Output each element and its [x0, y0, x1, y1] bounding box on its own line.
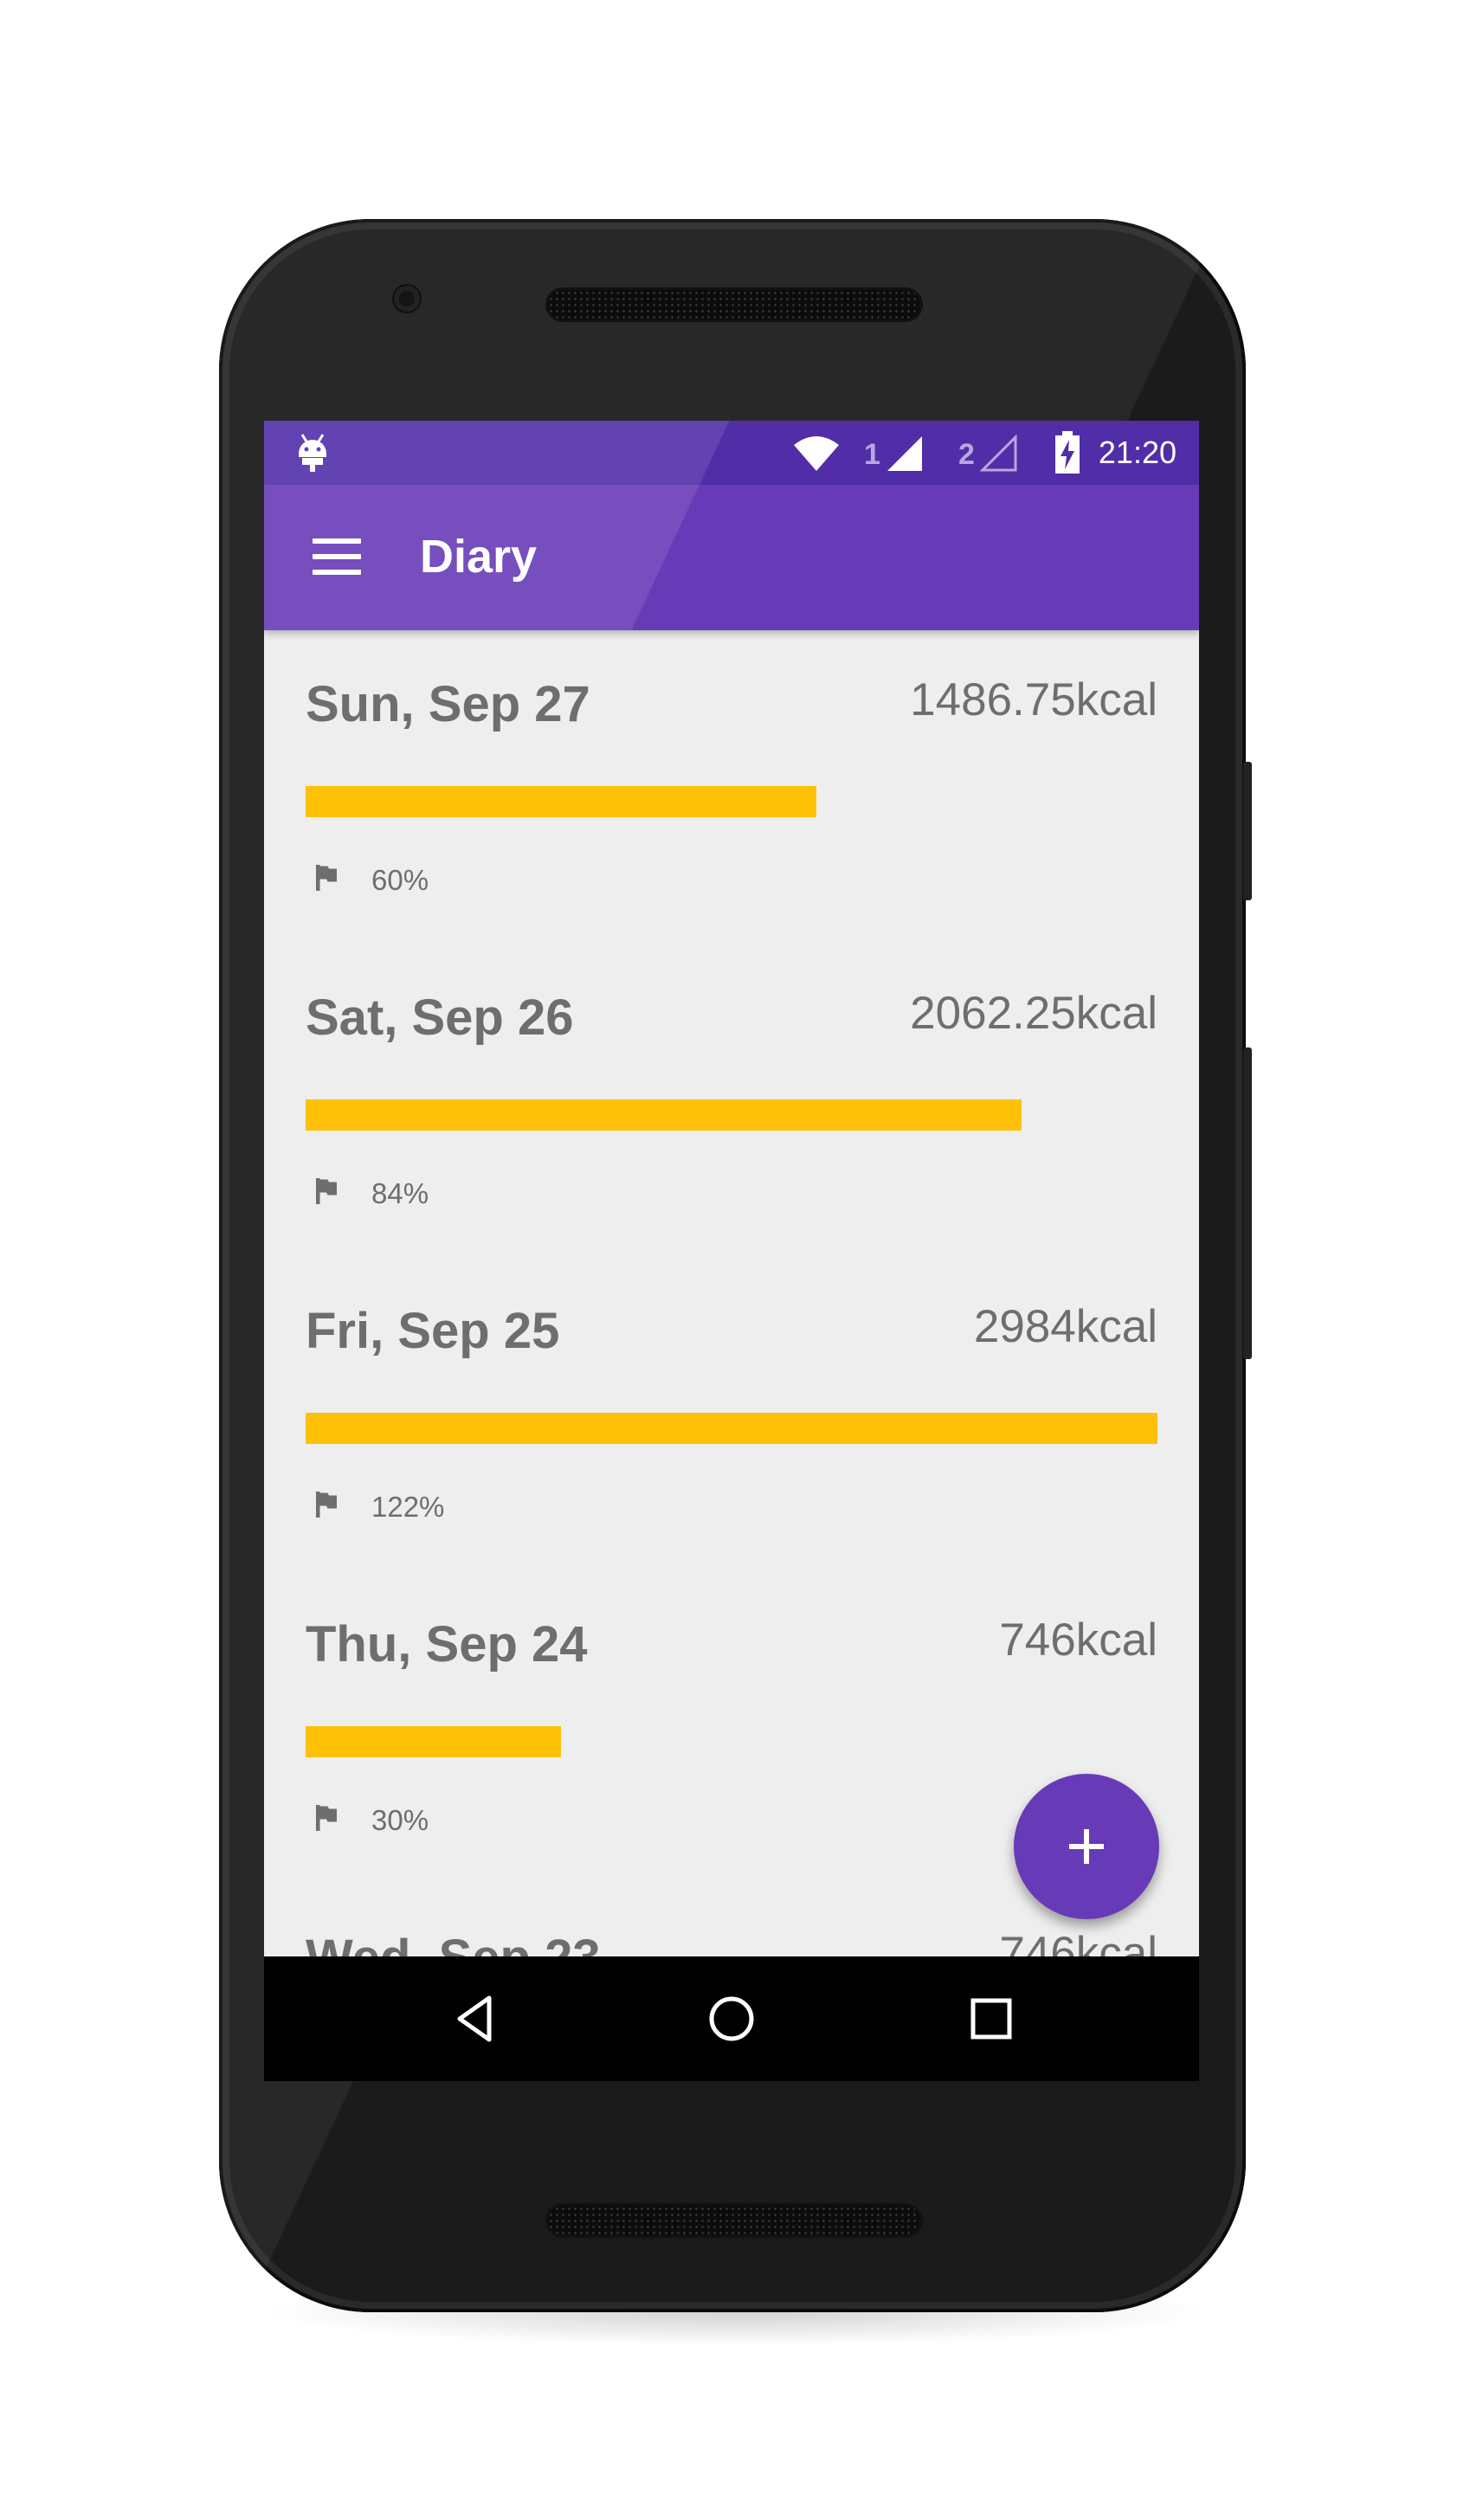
calorie-progress-bar	[306, 1099, 1157, 1131]
top-speaker	[548, 290, 920, 319]
signal-sim1-icon	[887, 436, 922, 471]
entry-date: Sat, Sep 26	[306, 989, 574, 1046]
diary-entry[interactable]: Fri, Sep 25 2984kcal 122%	[264, 1257, 1199, 1570]
front-camera	[394, 286, 420, 312]
plus-icon	[1069, 1829, 1104, 1864]
calorie-progress-bar	[306, 1726, 1157, 1757]
sim2-label: 2	[958, 438, 975, 471]
status-time: 21:20	[1098, 435, 1177, 470]
sim1-label: 1	[864, 438, 880, 471]
power-button	[1243, 762, 1252, 900]
entry-kcal: 1486.75kcal	[910, 674, 1157, 725]
diary-entry[interactable]: Sat, Sep 26 2062.25kcal 84%	[264, 944, 1199, 1257]
goal-percent: 84%	[371, 1177, 429, 1209]
back-icon[interactable]	[449, 1993, 501, 2045]
signal-sim2-icon	[980, 435, 1017, 472]
battery-charging-icon	[1055, 431, 1080, 474]
android-debug-icon	[299, 434, 326, 472]
app-toolbar: Diary	[264, 485, 1199, 630]
diary-entry[interactable]: Sun, Sep 27 1486.75kcal 60%	[264, 630, 1199, 944]
entry-date: Thu, Sep 24	[306, 1616, 588, 1672]
status-bar: 1 2 21:20	[264, 421, 1199, 485]
bottom-speaker	[548, 2206, 920, 2235]
wifi-icon	[794, 436, 839, 471]
goal-percent: 122%	[371, 1491, 445, 1523]
flag-icon	[316, 1492, 337, 1518]
calorie-progress-fill	[306, 1726, 562, 1757]
toolbar-title: Diary	[420, 531, 538, 583]
entry-kcal: 2062.25kcal	[910, 988, 1157, 1039]
entry-date: Sun, Sep 27	[306, 676, 590, 732]
hamburger-menu-icon[interactable]	[313, 538, 361, 577]
goal-percent: 30%	[371, 1804, 429, 1836]
entry-kcal: 2984kcal	[973, 1301, 1157, 1352]
volume-button	[1243, 1047, 1252, 1359]
calorie-progress-fill	[306, 1099, 1022, 1131]
recents-icon[interactable]	[965, 1993, 1017, 2045]
system-nav-bar	[264, 1956, 1199, 2081]
calorie-progress-fill	[306, 1413, 1157, 1444]
calorie-progress-bar	[306, 786, 1157, 817]
add-entry-button[interactable]	[1014, 1774, 1159, 1919]
calorie-progress-bar	[306, 1413, 1157, 1444]
calorie-progress-fill	[306, 786, 817, 817]
home-icon[interactable]	[706, 1993, 758, 2045]
flag-icon	[316, 865, 337, 891]
entry-date: Fri, Sep 25	[306, 1303, 560, 1359]
flag-icon	[316, 1805, 337, 1831]
entry-kcal: 746kcal	[999, 1614, 1157, 1666]
flag-icon	[316, 1178, 337, 1204]
app-screen: 1 2 21:20 Diary Sun, Sep 27 1486.75kcal	[264, 421, 1199, 2081]
goal-percent: 60%	[371, 864, 429, 896]
